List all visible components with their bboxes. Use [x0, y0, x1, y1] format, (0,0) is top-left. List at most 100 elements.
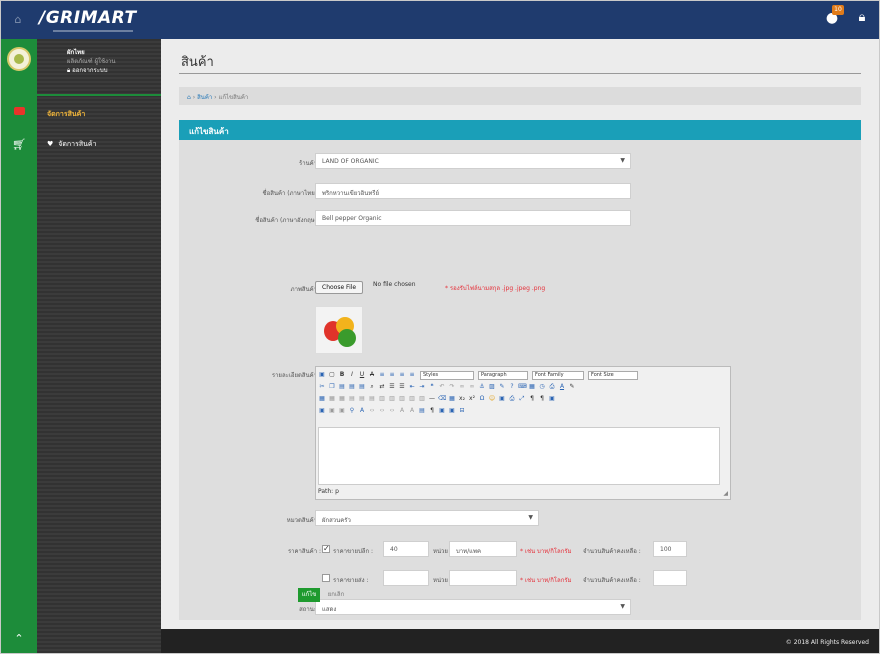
- status-select[interactable]: แสดง ▼: [315, 599, 631, 615]
- nonbreaking-icon[interactable]: ▣: [438, 407, 446, 415]
- sidebar-item-manage-products[interactable]: จัดการสินค้า: [47, 109, 85, 120]
- html-icon[interactable]: ⌨: [518, 383, 527, 391]
- insert-col-after-icon[interactable]: ▥: [388, 395, 396, 403]
- insert-row-after-icon[interactable]: ▤: [358, 395, 366, 403]
- new-doc-icon[interactable]: ▢: [328, 371, 336, 379]
- ltr-icon[interactable]: ¶: [528, 395, 536, 403]
- unlink-icon[interactable]: ∞: [468, 383, 476, 391]
- align-justify-icon[interactable]: ≡: [408, 371, 416, 379]
- cart-icon[interactable]: 🛒︎: [1, 135, 37, 155]
- cell-props-icon[interactable]: ▦: [338, 395, 346, 403]
- subscript-icon[interactable]: x₂: [458, 395, 466, 403]
- delete-row-icon[interactable]: ▤: [368, 395, 376, 403]
- copy-icon[interactable]: ❐: [328, 383, 336, 391]
- wholesale-price-input[interactable]: [383, 570, 429, 586]
- bullet-list-icon[interactable]: ☰: [388, 383, 396, 391]
- product-box-icon[interactable]: [1, 101, 37, 121]
- backcolor-icon[interactable]: ✎: [568, 383, 576, 391]
- visual-aid-icon[interactable]: ▦: [448, 395, 456, 403]
- del-icon[interactable]: A: [398, 407, 406, 415]
- font-size-select[interactable]: Font Size: [588, 370, 638, 380]
- name-en-input[interactable]: Bell pepper Organic: [315, 210, 631, 226]
- bold-icon[interactable]: B: [338, 371, 346, 379]
- app-logo[interactable]: /GRIMART: [39, 8, 137, 32]
- insert-layer-icon[interactable]: ▣: [318, 407, 326, 415]
- media-icon[interactable]: ▣: [498, 395, 506, 403]
- scroll-top-icon[interactable]: ⌃: [1, 629, 37, 649]
- cancel-button[interactable]: ยกเลิก: [324, 588, 348, 602]
- merge-cells-icon[interactable]: ▥: [418, 395, 426, 403]
- style-props-icon[interactable]: A: [358, 407, 366, 415]
- align-center-icon[interactable]: ≡: [388, 371, 396, 379]
- underline-icon[interactable]: U: [358, 371, 366, 379]
- home-icon[interactable]: ⌂: [7, 9, 29, 31]
- resize-grip-icon[interactable]: ◢: [723, 490, 728, 497]
- split-cells-icon[interactable]: ▥: [408, 395, 416, 403]
- table-icon[interactable]: ▦: [318, 395, 326, 403]
- breadcrumb-home-icon[interactable]: ⌂: [187, 94, 191, 101]
- forecolor-icon[interactable]: A: [558, 383, 566, 391]
- italic-icon[interactable]: I: [348, 371, 356, 379]
- cleanup-icon[interactable]: ✎: [498, 383, 506, 391]
- wholesale-remain-input[interactable]: [653, 570, 687, 586]
- emoticon-icon[interactable]: ☺: [488, 395, 496, 403]
- row-props-icon[interactable]: ▦: [328, 395, 336, 403]
- print-icon[interactable]: ⎙: [508, 395, 516, 403]
- insert-col-before-icon[interactable]: ▥: [378, 395, 386, 403]
- special-char-icon[interactable]: Ω: [478, 395, 486, 403]
- paste-text-icon[interactable]: ▤: [348, 383, 356, 391]
- delete-col-icon[interactable]: ▥: [398, 395, 406, 403]
- redo-icon[interactable]: ↷: [448, 383, 456, 391]
- superscript-icon[interactable]: x²: [468, 395, 476, 403]
- choose-file-button[interactable]: Choose File: [315, 281, 364, 294]
- outdent-icon[interactable]: ⇤: [408, 383, 416, 391]
- shop-select[interactable]: LAND OF ORGANIC ▼: [315, 153, 631, 169]
- insert-row-before-icon[interactable]: ▤: [348, 395, 356, 403]
- image-icon[interactable]: ▨: [488, 383, 496, 391]
- font-family-select[interactable]: Font Family: [532, 370, 584, 380]
- lock-icon[interactable]: 🔒︎: [855, 9, 869, 27]
- move-forward-icon[interactable]: ▣: [328, 407, 336, 415]
- save-icon[interactable]: ▣: [318, 371, 326, 379]
- help-icon[interactable]: ?: [508, 383, 516, 391]
- number-list-icon[interactable]: ☰: [398, 383, 406, 391]
- insert-time-icon[interactable]: ◷: [538, 383, 546, 391]
- align-right-icon[interactable]: ≡: [398, 371, 406, 379]
- template-2-icon[interactable]: ▣: [448, 407, 456, 415]
- retail-price-checkbox[interactable]: [322, 544, 330, 553]
- retail-unit-input[interactable]: บาท/แพค: [449, 541, 517, 557]
- absolute-icon[interactable]: ⚲: [348, 407, 356, 415]
- retail-price-input[interactable]: 40: [383, 541, 429, 557]
- undo-icon[interactable]: ↶: [438, 383, 446, 391]
- template-icon[interactable]: ▣: [548, 395, 556, 403]
- insert-date-icon[interactable]: ▦: [528, 383, 536, 391]
- sidebar-subitem-manage-products[interactable]: ♥ จัดการสินค้า: [47, 139, 97, 150]
- wholesale-price-checkbox[interactable]: [322, 574, 330, 582]
- pagebreak-icon[interactable]: ⊟: [458, 407, 466, 415]
- acronym-icon[interactable]: ‹›: [388, 407, 396, 415]
- breadcrumb-products[interactable]: สินค้า: [197, 94, 212, 101]
- align-left-icon[interactable]: ≡: [378, 371, 386, 379]
- editor-content-area[interactable]: [318, 427, 720, 485]
- anchor-icon[interactable]: ⚓: [478, 383, 486, 391]
- attribs-icon[interactable]: ▤: [418, 407, 426, 415]
- name-th-input[interactable]: พริกหวานเขียวอินทรีย์: [315, 183, 631, 199]
- retail-remain-input[interactable]: 100: [653, 541, 687, 557]
- logout-link[interactable]: 🔒︎ ออกจากระบบ: [67, 65, 108, 75]
- move-backward-icon[interactable]: ▣: [338, 407, 346, 415]
- replace-icon[interactable]: ⇄: [378, 383, 386, 391]
- remove-format-icon[interactable]: ⌫: [438, 395, 446, 403]
- ins-icon[interactable]: A: [408, 407, 416, 415]
- notification-icon[interactable]: ● 10: [823, 5, 844, 27]
- abbr-icon[interactable]: ‹›: [378, 407, 386, 415]
- save-button[interactable]: แก้ไข: [298, 588, 320, 602]
- styles-select[interactable]: Styles: [420, 370, 474, 380]
- link-icon[interactable]: ∞: [458, 383, 466, 391]
- cut-icon[interactable]: ✂: [318, 383, 326, 391]
- category-select[interactable]: ผักสวนครัว ▼: [315, 510, 539, 526]
- rtl-icon[interactable]: ¶: [538, 395, 546, 403]
- blockquote-icon[interactable]: ❝: [428, 383, 436, 391]
- find-icon[interactable]: ⌕: [368, 383, 376, 391]
- fullscreen-icon[interactable]: ⤢: [518, 395, 526, 403]
- paragraph-select[interactable]: Paragraph: [478, 370, 528, 380]
